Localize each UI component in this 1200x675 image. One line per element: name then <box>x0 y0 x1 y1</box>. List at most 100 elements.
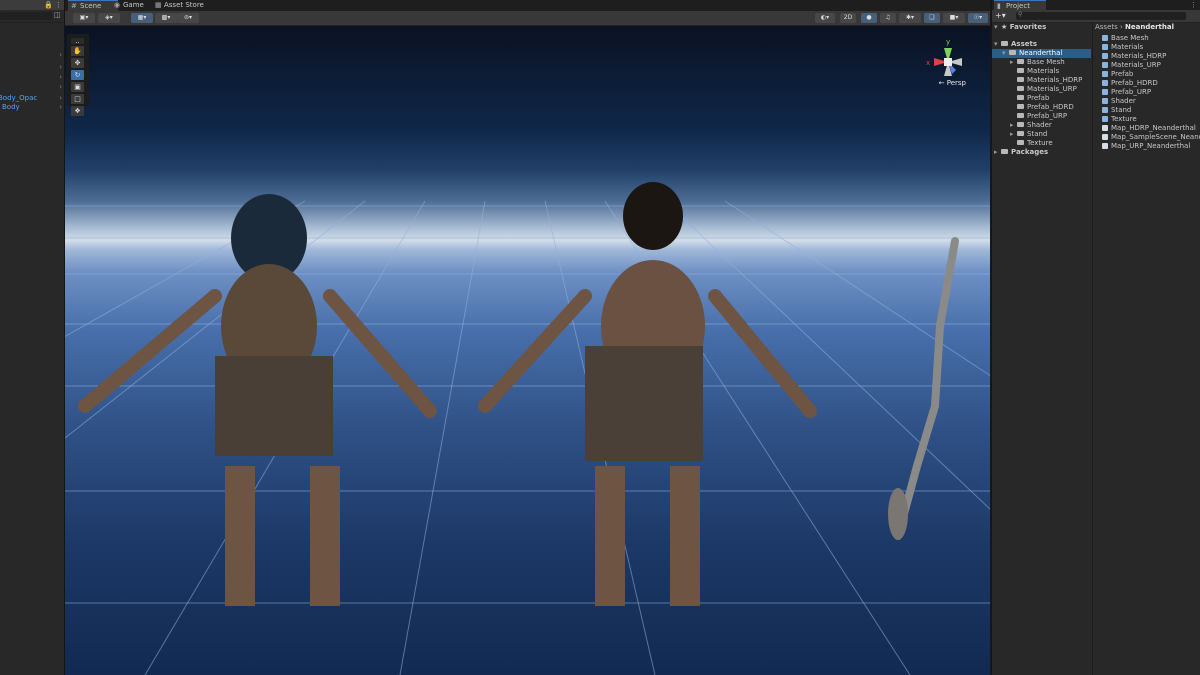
tree-item-materials-urp[interactable]: Materials_URP <box>1010 85 1077 94</box>
2d-toggle-button[interactable]: 2D <box>840 13 856 23</box>
effects-dropdown[interactable]: ✱▾ <box>899 13 921 23</box>
chevron-right-icon: › <box>59 94 62 102</box>
character-haired[interactable] <box>478 182 817 606</box>
wooden-staff[interactable] <box>888 237 959 540</box>
tree-item-prefab-hdrd[interactable]: Prefab_HDRD <box>1010 103 1074 112</box>
chevron-right-icon: › <box>59 83 62 91</box>
favorites-item[interactable]: ▾ ★ Favorites <box>994 23 1046 32</box>
gizmo-center-cube[interactable] <box>944 58 952 66</box>
list-item[interactable]: Prefab <box>1102 70 1133 79</box>
more-menu-icon[interactable]: ⋮ <box>1190 1 1197 9</box>
hierarchy-search-input[interactable] <box>0 12 52 20</box>
tree-item-shader[interactable]: ▸ Shader <box>1010 121 1052 130</box>
hierarchy-item-arrow[interactable]: › <box>0 51 64 60</box>
projection-label[interactable]: ← Persp <box>939 79 966 87</box>
tree-item-label: Prefab_URP <box>1027 112 1068 120</box>
more-menu-icon[interactable]: ⋮ <box>55 1 62 9</box>
effects-icon: ✱▾ <box>905 14 915 21</box>
list-item[interactable]: Map_URP_Neanderthal <box>1102 142 1190 151</box>
hierarchy-item-arrow[interactable]: › <box>0 63 64 72</box>
hierarchy-item-arrow[interactable]: › <box>0 73 64 82</box>
globe-icon: ☉▾ <box>973 14 983 21</box>
lighting-toggle[interactable]: ● <box>861 13 877 23</box>
list-item[interactable]: Map_HDRP_Neanderthal <box>1102 124 1196 133</box>
scale-tool-icon[interactable]: ▣ <box>71 82 84 92</box>
grid-toggle[interactable]: ▦▾ <box>131 13 153 23</box>
render-mode-dropdown[interactable]: ◐▾ <box>815 13 835 23</box>
speaker-icon: ♫ <box>885 14 891 21</box>
packages-label: Packages <box>1011 148 1049 156</box>
list-item[interactable]: Prefab_URP <box>1102 88 1151 97</box>
list-item-label: Materials_URP <box>1111 61 1161 69</box>
tree-item-materials[interactable]: Materials <box>1010 67 1059 76</box>
hierarchy-item-label: Body_Opac <box>0 94 38 102</box>
breadcrumb-current[interactable]: Neanderthal <box>1125 23 1174 31</box>
scene-tab-bar: # Scene ◉ Game ▦ Asset Store <box>65 0 990 12</box>
hand-tool-icon[interactable]: ✋ <box>71 46 84 56</box>
audio-toggle[interactable]: ♫ <box>880 13 896 23</box>
list-item[interactable]: Materials_URP <box>1102 61 1161 70</box>
rect-tool-icon[interactable]: □ <box>71 94 84 104</box>
tree-item-stand[interactable]: ▸ Stand <box>1010 130 1047 139</box>
rotate-tool-icon[interactable]: ↻ <box>71 70 84 80</box>
tree-item-prefab[interactable]: Prefab <box>1010 94 1049 103</box>
search-icon: ⚲ <box>1018 11 1023 18</box>
visibility-toggle[interactable]: ❑ <box>924 13 940 23</box>
tree-item-label: Materials_URP <box>1027 85 1077 93</box>
list-item-label: Base Mesh <box>1111 34 1149 42</box>
folder-icon <box>1017 77 1024 82</box>
list-item[interactable]: Texture <box>1102 115 1137 124</box>
chevron-right-icon: ▸ <box>1010 58 1014 66</box>
snap-dropdown[interactable]: ▩▾ <box>155 13 177 23</box>
chevron-right-icon: › <box>59 73 62 81</box>
list-item-label: Materials_HDRP <box>1111 52 1167 60</box>
shading-dropdown[interactable]: ◈▾ <box>98 13 120 23</box>
packages-item[interactable]: ▸ Packages <box>994 148 1048 157</box>
add-asset-button[interactable]: +▾ <box>995 11 1006 20</box>
draw-mode-dropdown[interactable]: ▣▾ <box>73 13 95 23</box>
sphere-icon: ◐▾ <box>820 14 830 21</box>
character-hooded[interactable] <box>78 194 437 606</box>
list-item[interactable]: Map_SampleScene_Neanderthal <box>1102 133 1200 142</box>
tree-item-neanderthal[interactable]: ▾ Neanderthal <box>992 49 1091 58</box>
increment-snap-dropdown[interactable]: ⊜▾ <box>177 13 199 23</box>
scene-viewport[interactable]: ·· ✋ ✥ ↻ ▣ □ ❖ y x ← Persp <box>65 26 990 675</box>
move-tool-icon[interactable]: ✥ <box>71 58 84 68</box>
camera-dropdown[interactable]: ■▾ <box>943 13 965 23</box>
tab-game[interactable]: ◉ Game <box>111 0 157 11</box>
transform-tool-icon[interactable]: ❖ <box>71 106 84 116</box>
lock-icon[interactable]: 🔒 <box>44 1 53 9</box>
list-item[interactable]: Stand <box>1102 106 1131 115</box>
list-item[interactable]: Base Mesh <box>1102 34 1149 43</box>
panel-divider[interactable] <box>1092 22 1093 675</box>
hierarchy-expand-icon[interactable]: ◫ <box>54 11 61 19</box>
breadcrumb-root[interactable]: Assets <box>1095 23 1118 31</box>
list-item[interactable]: Materials <box>1102 43 1143 52</box>
list-item[interactable]: Shader <box>1102 97 1136 106</box>
tree-item-texture[interactable]: Texture <box>1010 139 1053 148</box>
tree-item-label: Base Mesh <box>1027 58 1065 66</box>
folder-icon <box>1001 149 1008 154</box>
tab-asset-store[interactable]: ▦ Asset Store <box>152 0 216 11</box>
hierarchy-item-label: Body <box>2 103 20 111</box>
chevron-right-icon: ▸ <box>994 148 998 156</box>
folder-icon <box>1017 68 1024 73</box>
hierarchy-item-arrow[interactable]: › <box>0 83 64 92</box>
tree-item-base-mesh[interactable]: ▸ Base Mesh <box>1010 58 1065 67</box>
folder-icon <box>1102 62 1108 68</box>
assets-item[interactable]: ▾ Assets <box>994 40 1037 49</box>
hierarchy-item[interactable]: Body › <box>0 103 64 112</box>
tab-label: Asset Store <box>164 1 204 9</box>
list-item[interactable]: Prefab_HDRD <box>1102 79 1158 88</box>
project-search-input[interactable]: ⚲ <box>1016 11 1186 20</box>
gizmos-dropdown[interactable]: ☉▾ <box>968 13 988 23</box>
list-item[interactable]: Materials_HDRP <box>1102 52 1166 61</box>
drag-handle-icon[interactable]: ·· <box>71 38 84 47</box>
draw-mode-icon: ▣▾ <box>79 14 89 21</box>
folder-icon <box>1102 71 1108 77</box>
chevron-down-icon: ▾ <box>994 40 998 48</box>
hierarchy-item[interactable]: Body_Opac › <box>0 94 64 103</box>
tree-item-materials-hdrp[interactable]: Materials_HDRP <box>1010 76 1082 85</box>
tab-label: Project <box>1006 2 1030 10</box>
tree-item-prefab-urp[interactable]: Prefab_URP <box>1010 112 1067 121</box>
